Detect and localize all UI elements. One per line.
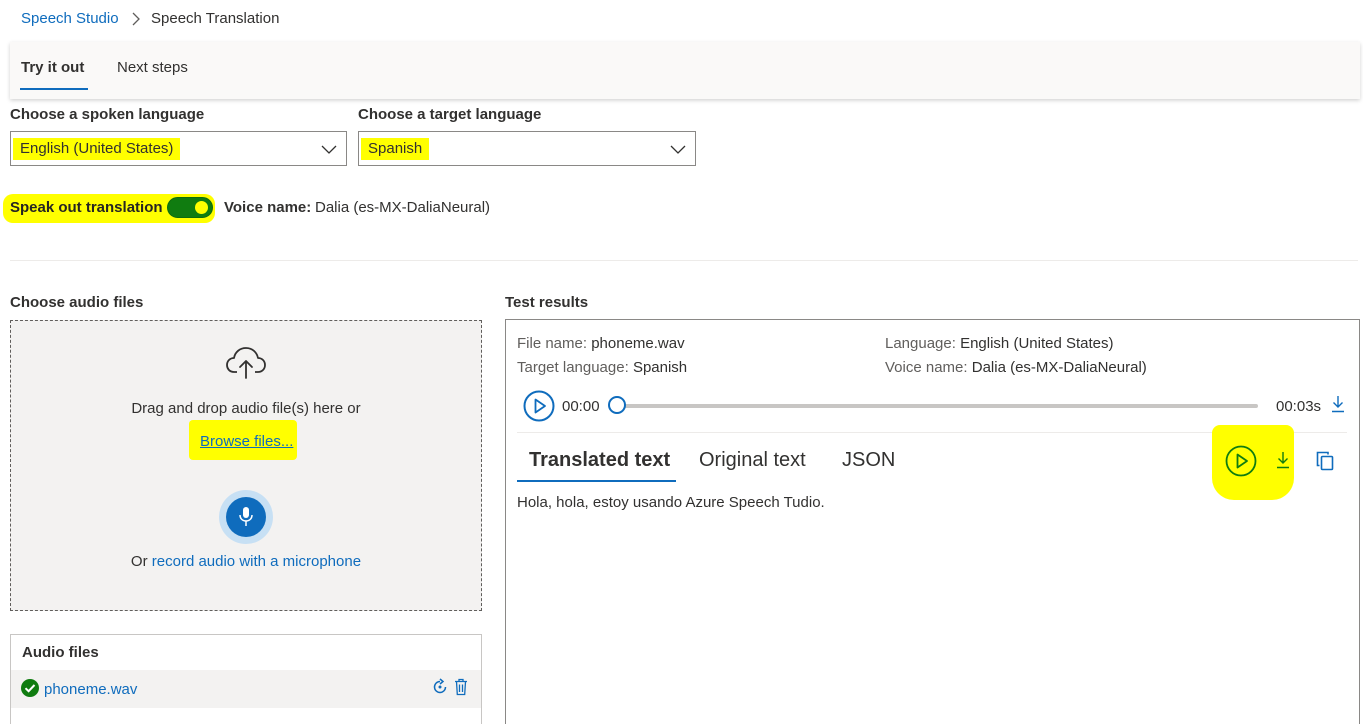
- choose-audio-files-title: Choose audio files: [10, 294, 144, 311]
- target-language-label: Choose a target language: [358, 106, 542, 123]
- result-target-value: Spanish: [632, 359, 688, 376]
- play-translation-icon[interactable]: [1225, 445, 1257, 477]
- target-language-field: Target language: Spanish: [517, 359, 687, 376]
- cloud-upload-icon: [226, 347, 266, 379]
- chevron-right-icon: [132, 12, 140, 26]
- spoken-language-value: English (United States): [13, 138, 181, 160]
- download-translation-icon[interactable]: [1276, 451, 1290, 469]
- record-prefix: Or: [130, 553, 152, 570]
- record-audio-text: Or record audio with a microphone: [0, 553, 492, 570]
- drag-drop-text: Drag and drop audio file(s) here or: [131, 400, 361, 417]
- delete-icon[interactable]: [454, 678, 468, 696]
- playback-progress-track[interactable]: [617, 404, 1258, 408]
- result-target-label: Target language:: [517, 359, 629, 376]
- voice-name-label: Voice name:: [224, 199, 312, 216]
- target-language-value: Spanish: [361, 138, 430, 160]
- voice-name-field: Voice name: Dalia (es-MX-DaliaNeural): [885, 359, 1147, 376]
- tab-next-steps[interactable]: Next steps: [117, 59, 188, 76]
- active-tab-indicator: [517, 480, 676, 482]
- tab-try-it-out[interactable]: Try it out: [21, 59, 84, 76]
- playback-duration: 00:03s: [1276, 398, 1322, 415]
- test-results-title: Test results: [505, 294, 589, 311]
- audio-files-title: Audio files: [22, 644, 99, 661]
- active-tab-indicator: [20, 88, 88, 90]
- target-language-dropdown[interactable]: Spanish: [358, 131, 696, 166]
- result-voice-value: Dalia (es-MX-DaliaNeural): [971, 359, 1147, 376]
- speak-translation-toggle[interactable]: [167, 197, 213, 218]
- test-results-panel: [505, 319, 1360, 724]
- breadcrumb-current: Speech Translation: [151, 10, 280, 27]
- toggle-knob: [195, 201, 208, 214]
- record-audio-link[interactable]: record audio with a microphone: [152, 553, 361, 570]
- result-voice-label: Voice name:: [885, 359, 968, 376]
- speak-translation-label: Speak out translation: [10, 199, 163, 216]
- file-name-label: File name:: [517, 335, 588, 352]
- playback-progress-thumb[interactable]: [608, 396, 626, 414]
- record-microphone-button[interactable]: [226, 497, 266, 537]
- tab-original-text[interactable]: Original text: [699, 449, 806, 472]
- checkmark-circle-icon: [21, 679, 39, 697]
- tab-bar: [10, 42, 1360, 99]
- tab-json[interactable]: JSON: [842, 449, 895, 472]
- playback-time-current: 00:00: [562, 398, 600, 415]
- chevron-down-icon: [670, 145, 686, 154]
- spoken-language-label: Choose a spoken language: [10, 106, 205, 123]
- breadcrumb-speech-studio[interactable]: Speech Studio: [21, 10, 119, 27]
- section-divider: [10, 260, 1358, 261]
- file-name-field: File name: phoneme.wav: [517, 335, 685, 352]
- browse-files-link[interactable]: Browse files...: [200, 433, 293, 450]
- microphone-icon: [239, 507, 253, 526]
- download-icon[interactable]: [1331, 395, 1345, 413]
- copy-icon[interactable]: [1316, 451, 1334, 471]
- refresh-icon[interactable]: [431, 678, 449, 696]
- play-icon[interactable]: [523, 390, 555, 422]
- audio-file-name[interactable]: phoneme.wav: [44, 681, 137, 698]
- result-language-value: English (United States): [960, 335, 1114, 352]
- tab-translated-text[interactable]: Translated text: [529, 449, 670, 472]
- result-language-label: Language:: [885, 335, 956, 352]
- translated-text-output: Hola, hola, estoy usando Azure Speech Tu…: [517, 494, 825, 511]
- chevron-down-icon: [321, 145, 337, 154]
- language-field: Language: English (United States): [885, 335, 1113, 352]
- file-name-value: phoneme.wav: [591, 335, 685, 352]
- spoken-language-dropdown[interactable]: English (United States): [10, 131, 347, 166]
- voice-name-value: Dalia (es-MX-DaliaNeural): [315, 199, 491, 216]
